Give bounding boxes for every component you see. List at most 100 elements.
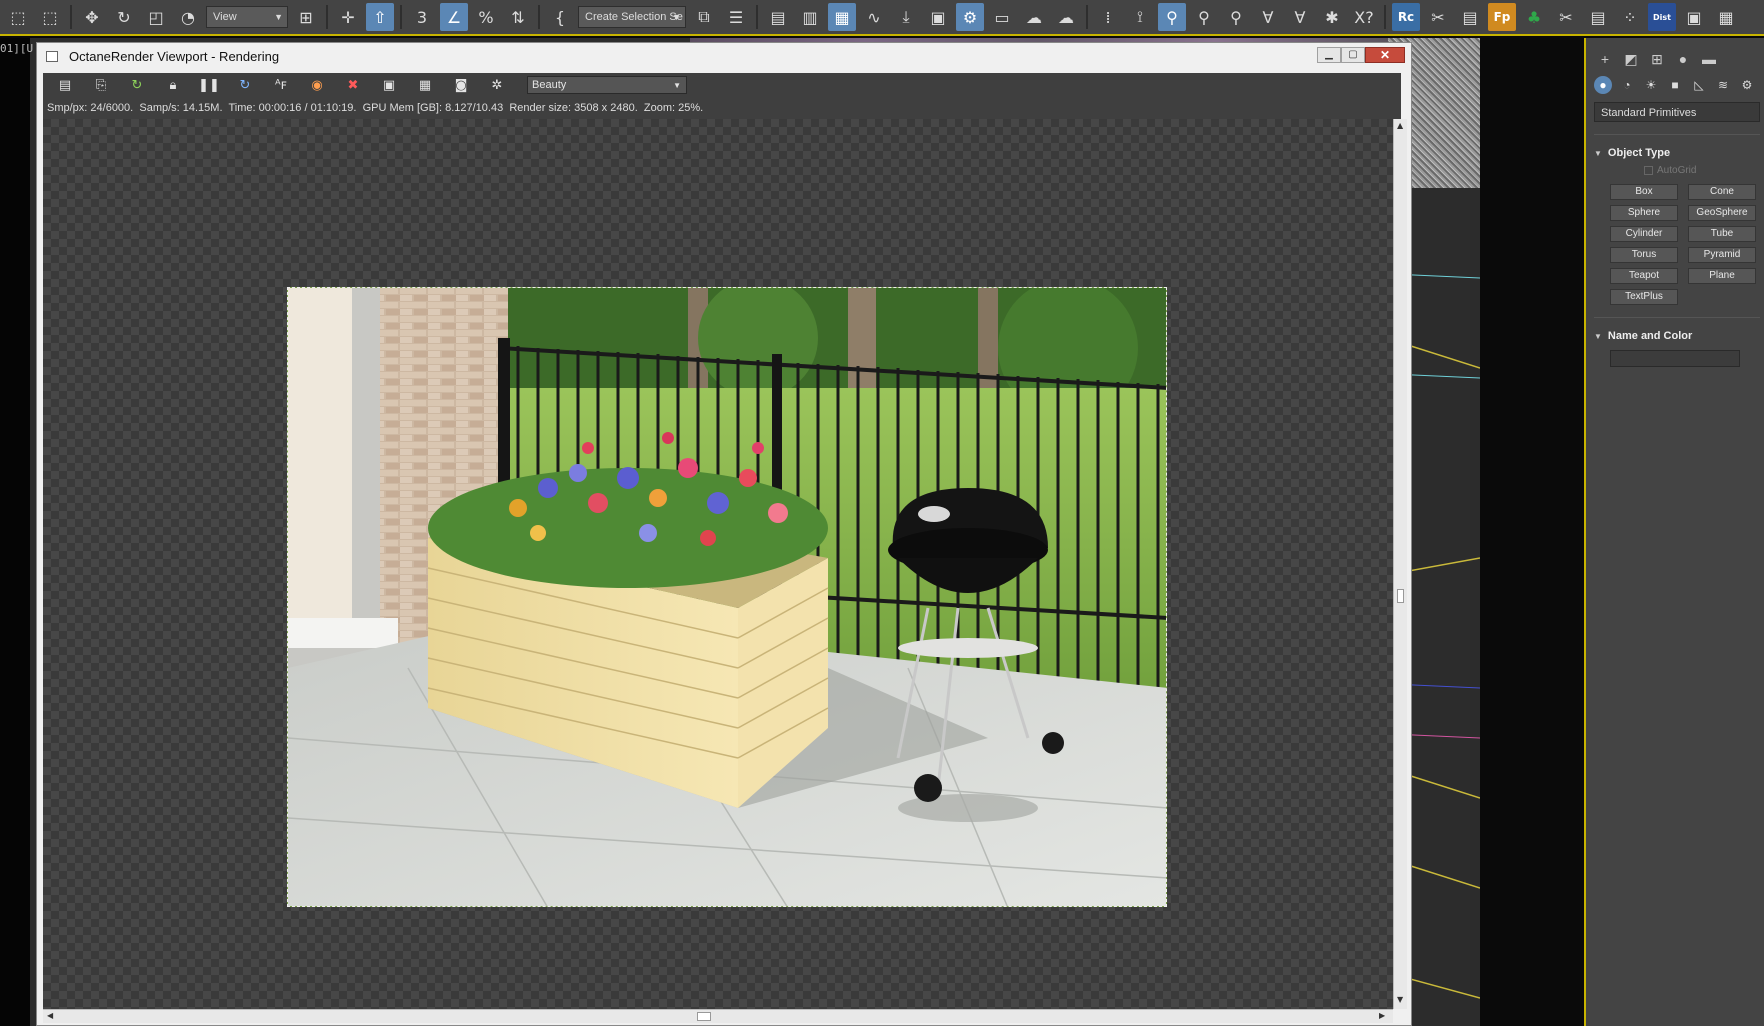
tool-h-icon[interactable]: X? (1350, 3, 1378, 31)
render-production-icon[interactable]: ☁ (1020, 3, 1048, 31)
render-canvas[interactable] (43, 119, 1393, 1009)
pause-icon[interactable]: ❚❚ (191, 74, 227, 96)
scroll-left-icon[interactable]: ◀ (47, 1011, 53, 1020)
lock-icon[interactable]: 🔒︎ (155, 74, 191, 96)
grid-icon[interactable]: ⁞ (1094, 3, 1122, 31)
select-manipulate-icon[interactable]: ✛ (334, 3, 362, 31)
systems-icon[interactable]: ⚙ (1738, 76, 1756, 94)
move-icon[interactable]: ✥ (78, 3, 106, 31)
clay-mode-icon[interactable]: ✖ (335, 74, 371, 96)
layer-explorer-icon[interactable]: ▥ (796, 3, 824, 31)
tool-c-icon[interactable]: ⚲ (1190, 3, 1218, 31)
maximize-button[interactable]: ▢ (1341, 47, 1365, 63)
teapot-button[interactable]: Teapot (1610, 268, 1678, 284)
scroll-right-icon[interactable]: ▶ (1379, 1011, 1385, 1020)
angle-snap-icon[interactable]: ∠ (440, 3, 468, 31)
reference-coordinate-dropdown[interactable]: View ▼ (206, 6, 288, 28)
window-titlebar[interactable]: OctaneRender Viewport - Rendering ▁ ▢ ✕ (37, 43, 1411, 71)
autogrid-option[interactable]: AutoGrid (1644, 165, 1764, 176)
helpers-icon[interactable]: ◺ (1690, 76, 1708, 94)
geometry-icon[interactable]: ● (1594, 76, 1612, 94)
close-button[interactable]: ✕ (1365, 47, 1405, 63)
align-icon[interactable]: ☰ (722, 3, 750, 31)
scroll-up-icon[interactable]: ▲ (1397, 121, 1403, 130)
percent-snap-icon[interactable]: % (472, 3, 500, 31)
restart-render-icon[interactable]: ↻ (119, 74, 155, 96)
tool-k-icon[interactable]: ✂ (1552, 3, 1580, 31)
lights-icon[interactable]: ☀ (1642, 76, 1660, 94)
tube-button[interactable]: Tube (1688, 226, 1756, 242)
forest-pack-icon[interactable]: Fp (1488, 3, 1516, 31)
vertical-scroll-thumb[interactable] (1397, 589, 1404, 603)
color-picker-icon[interactable]: ◉ (299, 74, 335, 96)
window-crossing-icon[interactable]: ⬚ (36, 3, 64, 31)
cameras-icon[interactable]: ■ (1666, 76, 1684, 94)
tool-j-icon[interactable]: ▤ (1456, 3, 1484, 31)
schematic-view-icon[interactable]: ⤓ (892, 3, 920, 31)
rendered-frame-window-icon[interactable]: ▭ (988, 3, 1016, 31)
recompile-icon[interactable]: ↻ (227, 74, 263, 96)
spacewarps-icon[interactable]: ≋ (1714, 76, 1732, 94)
sphere-button[interactable]: Sphere (1610, 205, 1678, 221)
material-editor-icon[interactable]: ▣ (924, 3, 952, 31)
modify-tab-icon[interactable]: ◩ (1622, 50, 1640, 68)
render-in-cloud-icon[interactable]: ☁ (1052, 3, 1080, 31)
rendered-image[interactable] (287, 287, 1167, 907)
keyboard-shortcut-override-icon[interactable]: ⇧ (366, 3, 394, 31)
geosphere-button[interactable]: GeoSphere (1688, 205, 1756, 221)
tool-d-icon[interactable]: ⚲ (1222, 3, 1250, 31)
edit-named-selection-icon[interactable]: { (546, 3, 574, 31)
create-tab-icon[interactable]: + (1596, 50, 1614, 68)
tool-m-icon[interactable]: ⁘ (1616, 3, 1644, 31)
cone-button[interactable]: Cone (1688, 184, 1756, 200)
autogrid-checkbox[interactable] (1644, 166, 1653, 175)
tool-e-icon[interactable]: ∀ (1254, 3, 1282, 31)
tool-l-icon[interactable]: ▤ (1584, 3, 1612, 31)
cylinder-button[interactable]: Cylinder (1610, 226, 1678, 242)
copy-clipboard-icon[interactable]: ⎘ (83, 74, 119, 96)
object-name-field[interactable] (1610, 350, 1740, 367)
textplus-button[interactable]: TextPlus (1610, 289, 1678, 305)
film-region-icon[interactable]: ▦ (407, 74, 443, 96)
place-icon[interactable]: ◔ (174, 3, 202, 31)
tool-n-icon[interactable]: ▣ (1680, 3, 1708, 31)
minimize-button[interactable]: ▁ (1317, 47, 1341, 63)
scroll-down-icon[interactable]: ▼ (1397, 995, 1403, 1004)
railclone-icon[interactable]: Rc (1392, 3, 1420, 31)
motion-tab-icon[interactable]: ● (1674, 50, 1692, 68)
name-color-rollout-header[interactable]: ▼ Name and Color (1594, 330, 1764, 342)
horizontal-scrollbar[interactable]: ◀ ▶ (43, 1009, 1393, 1023)
snaps-toggle-icon[interactable]: 3 (408, 3, 436, 31)
pivot-center-icon[interactable]: ⊞ (292, 3, 320, 31)
pyramid-button[interactable]: Pyramid (1688, 247, 1756, 263)
tool-a-icon[interactable]: ⟟ (1126, 3, 1154, 31)
camera-icon[interactable]: ◙ (443, 74, 479, 96)
display-tab-icon[interactable]: ▬ (1700, 50, 1718, 68)
box-button[interactable]: Box (1610, 184, 1678, 200)
select-region-icon[interactable]: ⬚ (4, 3, 32, 31)
scale-icon[interactable]: ◰ (142, 3, 170, 31)
tool-f-icon[interactable]: ∀ (1286, 3, 1314, 31)
shapes-icon[interactable]: ◔ (1618, 76, 1636, 94)
tree-icon[interactable]: ♣ (1520, 3, 1548, 31)
render-setup-icon[interactable]: ⚙ (956, 3, 984, 31)
torus-button[interactable]: Torus (1610, 247, 1678, 263)
render-pass-dropdown[interactable]: Beauty ▼ (527, 76, 687, 94)
tool-o-icon[interactable]: ▦ (1712, 3, 1740, 31)
distribute-icon[interactable]: Dist (1648, 3, 1676, 31)
spinner-snap-icon[interactable]: ⇅ (504, 3, 532, 31)
save-render-icon[interactable]: ▤ (47, 74, 83, 96)
settings-gear-icon[interactable]: ✲ (479, 74, 515, 96)
tool-b-icon[interactable]: ⚲ (1158, 3, 1186, 31)
auto-focus-icon[interactable]: ᴬꜰ (263, 74, 299, 96)
curve-editor-icon[interactable]: ∿ (860, 3, 888, 31)
region-render-icon[interactable]: ▣ (371, 74, 407, 96)
tool-i-icon[interactable]: ✂ (1424, 3, 1452, 31)
rotate-icon[interactable]: ↻ (110, 3, 138, 31)
mirror-icon[interactable]: ⧉ (690, 3, 718, 31)
selection-set-dropdown[interactable]: Create Selection Se ▼ (578, 6, 686, 28)
horizontal-scroll-thumb[interactable] (697, 1012, 711, 1021)
ribbon-toggle-icon[interactable]: ▦ (828, 3, 856, 31)
vertical-scrollbar[interactable]: ▲ ▼ (1393, 119, 1407, 1009)
plane-button[interactable]: Plane (1688, 268, 1756, 284)
